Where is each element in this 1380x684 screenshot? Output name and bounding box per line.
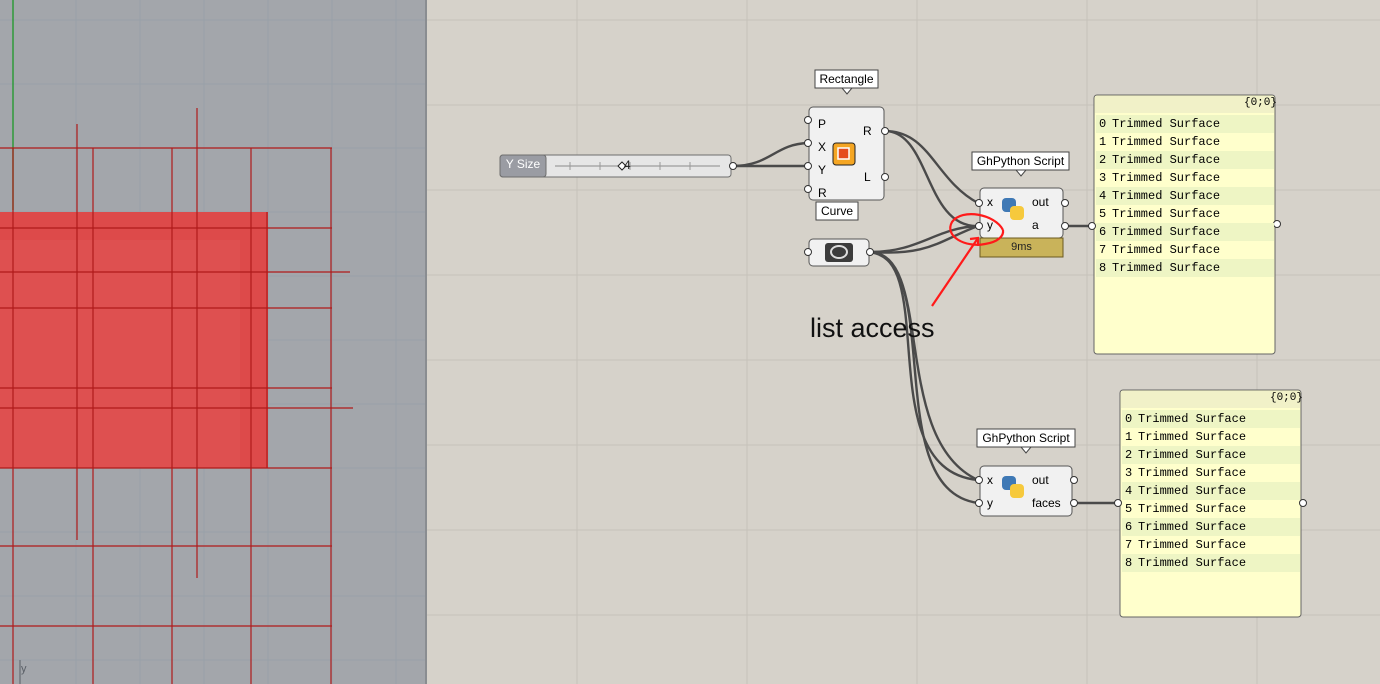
item-index: 7 (1099, 243, 1107, 257)
item-index: 8 (1099, 261, 1107, 275)
item-index: 4 (1099, 189, 1107, 203)
item-value: Trimmed Surface (1112, 207, 1221, 221)
script1-input-x: x (987, 195, 993, 209)
item-value: Trimmed Surface (1112, 153, 1221, 167)
annotation-text: list access (810, 313, 935, 343)
panel-item: 3 Trimmed Surface (1122, 464, 1300, 482)
script2-input-x: x (987, 473, 993, 487)
panel-item: 5 Trimmed Surface (1122, 500, 1300, 518)
item-index: 5 (1099, 207, 1107, 221)
input-r: R (818, 186, 827, 200)
item-value: Trimmed Surface (1112, 135, 1221, 149)
panel-item: 2 Trimmed Surface (1122, 446, 1300, 464)
panel1-list: 0 Trimmed Surface 1 Trimmed Surface 2 Trimmed… (1096, 115, 1274, 277)
item-index: 8 (1125, 556, 1133, 570)
curve-parameter[interactable] (804, 238, 874, 267)
panel-item: 4 Trimmed Surface (1122, 482, 1300, 500)
item-value: Trimmed Surface (1138, 502, 1247, 516)
panel-item: 0 Trimmed Surface (1096, 115, 1274, 133)
panel-item: 6 Trimmed Surface (1122, 518, 1300, 536)
item-index: 5 (1125, 502, 1133, 516)
item-index: 6 (1099, 225, 1107, 239)
panel-item: 8 Trimmed Surface (1096, 259, 1274, 277)
panel-item: 1 Trimmed Surface (1122, 428, 1300, 446)
output-l: L (864, 170, 871, 184)
item-index: 0 (1099, 117, 1107, 131)
item-index: 1 (1099, 135, 1107, 149)
item-value: Trimmed Surface (1112, 243, 1221, 257)
viewport-graphics: y (0, 0, 425, 684)
script2-input-y: y (987, 496, 993, 510)
item-value: Trimmed Surface (1112, 189, 1221, 203)
script2-output-out: out (1032, 473, 1049, 487)
item-value: Trimmed Surface (1138, 412, 1247, 426)
panel-item: 8 Trimmed Surface (1122, 554, 1300, 572)
item-index: 3 (1125, 466, 1133, 480)
script2-output-faces: faces (1032, 496, 1061, 510)
grasshopper-canvas[interactable]: Y Size 4 Rectangle P X Y R R L Curve GhP… (427, 0, 1380, 684)
panel2-path: {0;0} (1269, 392, 1303, 404)
item-value: Trimmed Surface (1138, 448, 1247, 462)
item-value: Trimmed Surface (1138, 484, 1247, 498)
input-y: Y (818, 163, 827, 177)
panel-item: 5 Trimmed Surface (1096, 205, 1274, 223)
item-index: 4 (1125, 484, 1133, 498)
item-index: 6 (1125, 520, 1133, 534)
script1-output-out: out (1032, 195, 1049, 209)
item-value: Trimmed Surface (1112, 261, 1221, 275)
timing-label: 9ms (1011, 241, 1032, 253)
output-r: R (863, 124, 872, 138)
panel-item: 7 Trimmed Surface (1122, 536, 1300, 554)
script1-tooltip: GhPython Script (976, 154, 1065, 168)
item-value: Trimmed Surface (1112, 225, 1221, 239)
item-value: Trimmed Surface (1138, 556, 1247, 570)
script1-input-y: y (987, 218, 993, 232)
axis-label-y: y (21, 663, 27, 675)
rectangle-tooltip: Rectangle (819, 72, 874, 86)
curve-tooltip: Curve (820, 204, 853, 218)
item-index: 7 (1125, 538, 1133, 552)
item-value: Trimmed Surface (1138, 466, 1247, 480)
item-index: 2 (1099, 153, 1107, 167)
rhino-viewport[interactable]: y (0, 0, 425, 684)
script1-output-a: a (1032, 218, 1039, 232)
panel-item: 2 Trimmed Surface (1096, 151, 1274, 169)
panel1-path: {0;0} (1243, 97, 1277, 109)
item-index: 0 (1125, 412, 1133, 426)
panel-item: 6 Trimmed Surface (1096, 223, 1274, 241)
item-index: 1 (1125, 430, 1133, 444)
panel-item: 1 Trimmed Surface (1096, 133, 1274, 151)
item-index: 3 (1099, 171, 1107, 185)
item-value: Trimmed Surface (1112, 117, 1221, 131)
panel-item: 0 Trimmed Surface (1122, 410, 1300, 428)
script2-tooltip: GhPython Script (982, 431, 1070, 445)
item-value: Trimmed Surface (1138, 430, 1247, 444)
input-p: P (818, 117, 827, 131)
item-value: Trimmed Surface (1138, 538, 1247, 552)
input-x: X (818, 140, 827, 154)
item-index: 2 (1125, 448, 1133, 462)
panel-item: 3 Trimmed Surface (1096, 169, 1274, 187)
panel-item: 7 Trimmed Surface (1096, 241, 1274, 259)
panel-item: 4 Trimmed Surface (1096, 187, 1274, 205)
slider-value: 4 (624, 158, 631, 172)
panel2-list: 0 Trimmed Surface 1 Trimmed Surface 2 Trimmed… (1122, 410, 1300, 572)
item-value: Trimmed Surface (1138, 520, 1247, 534)
slider-label: Y Size (505, 157, 541, 171)
item-value: Trimmed Surface (1112, 171, 1221, 185)
